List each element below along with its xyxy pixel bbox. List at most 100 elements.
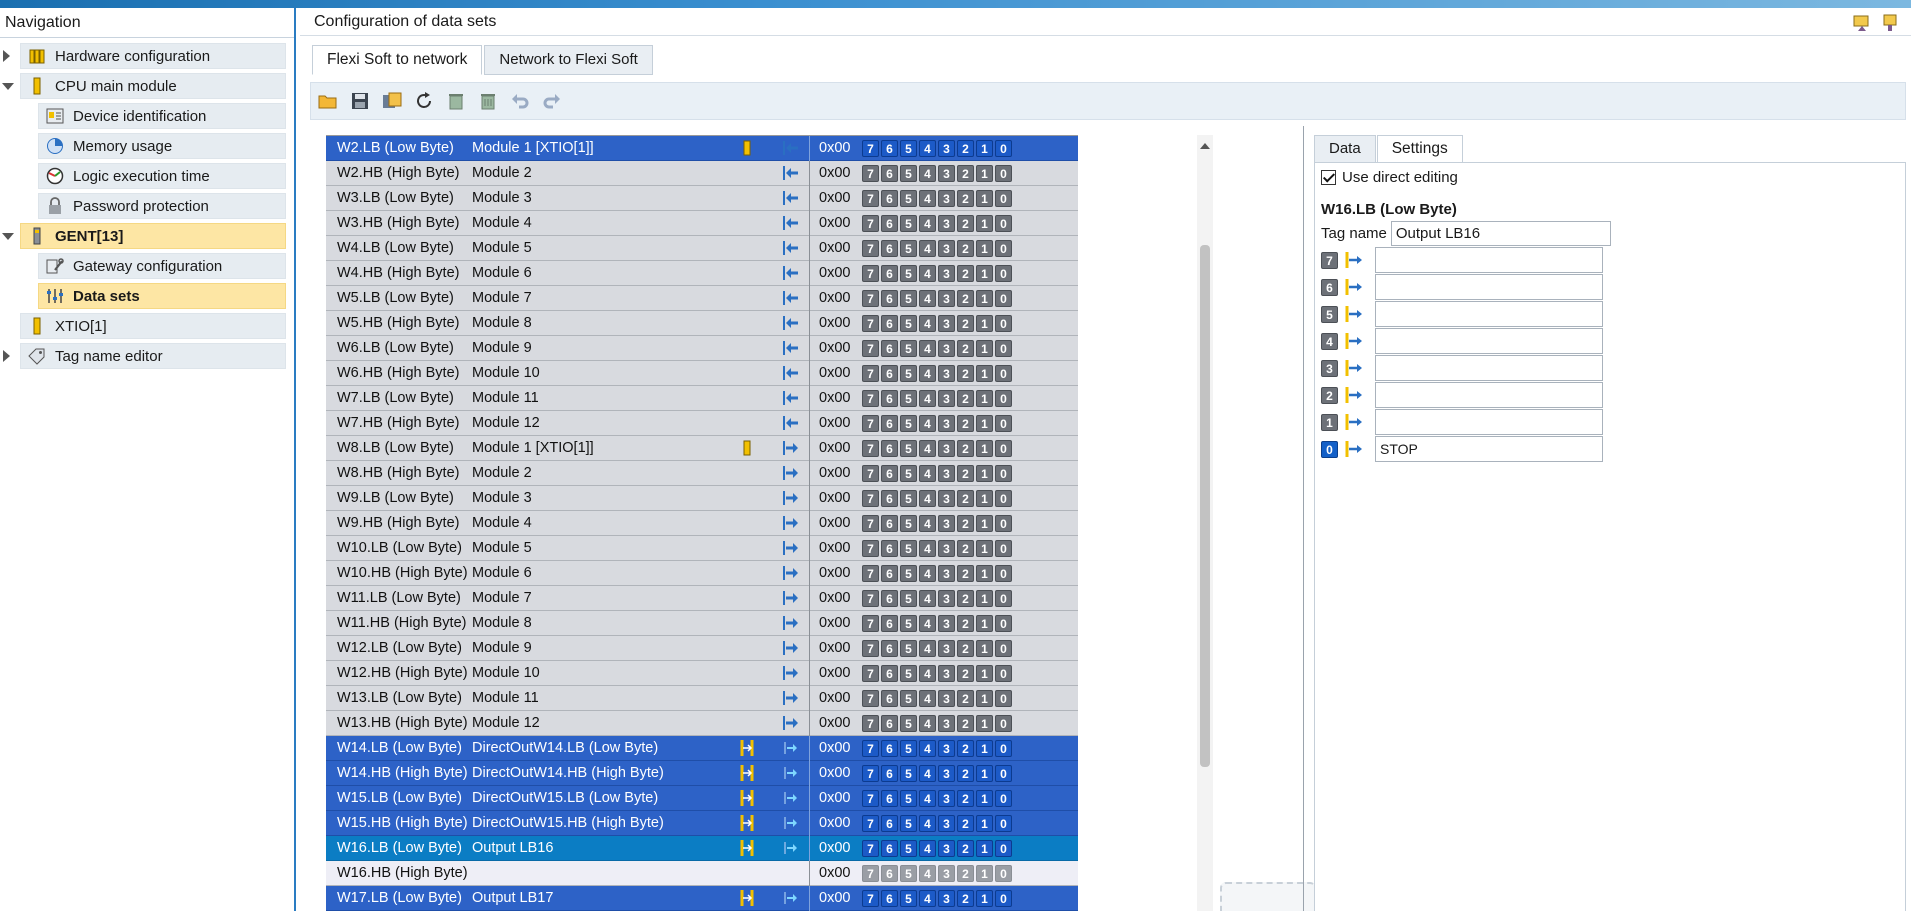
bit-4[interactable]: 4	[919, 389, 936, 407]
bit-1[interactable]: 1	[976, 239, 993, 257]
bit-0[interactable]: 0	[995, 764, 1012, 782]
bit-5[interactable]: 5	[900, 214, 917, 232]
bit-4[interactable]: 4	[919, 439, 936, 457]
bit-3[interactable]: 3	[938, 214, 955, 232]
bit-4[interactable]: 4	[919, 189, 936, 207]
bit-6[interactable]: 6	[881, 864, 898, 882]
bit-7[interactable]: 7	[862, 664, 879, 682]
bit-6[interactable]: 6	[881, 664, 898, 682]
bit-4[interactable]: 4	[919, 464, 936, 482]
bit-3[interactable]: 3	[938, 714, 955, 732]
table-row[interactable]: W6.HB (High Byte) Module 10 0x00 7 6 5 4 3 2 1 0	[326, 360, 1078, 386]
bit-6[interactable]: 6	[881, 189, 898, 207]
bit-6[interactable]: 6	[881, 414, 898, 432]
bit-1[interactable]: 1	[976, 214, 993, 232]
bit-4[interactable]: 4	[919, 839, 936, 857]
table-row[interactable]: W11.LB (Low Byte) Module 7 0x00 7 6 5 4 3 2 1 0	[326, 585, 1078, 611]
bit-3[interactable]: 3	[938, 614, 955, 632]
bit-1[interactable]: 1	[976, 514, 993, 532]
bit-3[interactable]: 3	[938, 764, 955, 782]
direct-editing-checkbox[interactable]	[1321, 170, 1336, 185]
nav-item[interactable]: GENT[13]	[0, 222, 294, 250]
bit-6[interactable]: 6	[881, 764, 898, 782]
bit-5[interactable]: 5	[900, 689, 917, 707]
bit-5[interactable]: 5	[900, 439, 917, 457]
bit-6[interactable]: 6	[881, 289, 898, 307]
bit-2[interactable]: 2	[957, 614, 974, 632]
bit-6[interactable]: 6	[881, 639, 898, 657]
bit-7[interactable]: 7	[862, 489, 879, 507]
table-row[interactable]: W11.HB (High Byte) Module 8 0x00 7 6 5 4 3 2 1 0	[326, 610, 1078, 636]
bit-0[interactable]: 0	[995, 539, 1012, 557]
drop-zone[interactable]	[1220, 882, 1316, 911]
bit-5[interactable]: 5	[900, 464, 917, 482]
bit-0[interactable]: 0	[995, 489, 1012, 507]
bit-0[interactable]: 0	[995, 589, 1012, 607]
bit-3[interactable]: 3	[938, 514, 955, 532]
bit-5[interactable]: 5	[900, 839, 917, 857]
bit-4[interactable]: 4	[919, 714, 936, 732]
bit-0[interactable]: 0	[995, 614, 1012, 632]
bit-7[interactable]: 7	[862, 739, 879, 757]
bit-2[interactable]: 2	[957, 314, 974, 332]
bit-7[interactable]: 7	[862, 314, 879, 332]
bit-7[interactable]: 7	[862, 439, 879, 457]
bit-5[interactable]: 5	[900, 314, 917, 332]
bit-2[interactable]: 2	[957, 589, 974, 607]
nav-item-box[interactable]: GENT[13]	[20, 223, 286, 249]
bit-7[interactable]: 7	[862, 614, 879, 632]
bit-5[interactable]: 5	[900, 139, 917, 157]
bit-5[interactable]: 5	[900, 814, 917, 832]
nav-item[interactable]: Tag name editor	[0, 342, 294, 370]
bit-1[interactable]: 1	[976, 789, 993, 807]
bit-1[interactable]: 1	[976, 864, 993, 882]
bit-1[interactable]: 1	[976, 564, 993, 582]
table-scrollbar[interactable]	[1197, 135, 1213, 911]
bit-0[interactable]: 0	[995, 664, 1012, 682]
bit-tag-input[interactable]: STOP	[1375, 436, 1603, 462]
bit-4[interactable]: 4	[919, 739, 936, 757]
bit-7[interactable]: 7	[862, 639, 879, 657]
bit-4[interactable]: 4	[919, 689, 936, 707]
bit-4[interactable]: 4	[919, 864, 936, 882]
bit-tag-input[interactable]	[1375, 382, 1603, 408]
table-row[interactable]: W2.LB (Low Byte) Module 1 [XTIO[1]] 0x00 7 6…	[326, 136, 1078, 161]
bit-1[interactable]: 1	[976, 489, 993, 507]
bit-5[interactable]: 5	[900, 739, 917, 757]
bit-1[interactable]: 1	[976, 739, 993, 757]
table-row[interactable]: W14.HB (High Byte) DirectOutW14.HB (High …	[326, 760, 1078, 786]
bit-3[interactable]: 3	[938, 439, 955, 457]
nav-item[interactable]: Gateway configuration	[0, 252, 294, 280]
bit-0[interactable]: 0	[995, 389, 1012, 407]
bit-6[interactable]: 6	[881, 139, 898, 157]
bit-0[interactable]: 0	[995, 289, 1012, 307]
bit-4[interactable]: 4	[919, 539, 936, 557]
bit-2[interactable]: 2	[957, 839, 974, 857]
pin-panel-icon[interactable]	[1879, 12, 1901, 34]
nav-item[interactable]: Logic execution time	[0, 162, 294, 190]
bit-4[interactable]: 4	[919, 814, 936, 832]
bit-2[interactable]: 2	[957, 639, 974, 657]
bit-5[interactable]: 5	[900, 714, 917, 732]
bit-2[interactable]: 2	[957, 389, 974, 407]
bit-5[interactable]: 5	[900, 614, 917, 632]
bit-6[interactable]: 6	[881, 614, 898, 632]
bit-2[interactable]: 2	[957, 289, 974, 307]
bit-7[interactable]: 7	[862, 464, 879, 482]
bit-4[interactable]: 4	[919, 214, 936, 232]
bit-3[interactable]: 3	[938, 639, 955, 657]
bit-5[interactable]: 5	[900, 414, 917, 432]
bit-2[interactable]: 2	[957, 689, 974, 707]
nav-item[interactable]: Data sets	[0, 282, 294, 310]
bit-1[interactable]: 1	[976, 589, 993, 607]
bit-2[interactable]: 2	[957, 514, 974, 532]
bit-4[interactable]: 4	[919, 664, 936, 682]
bit-0[interactable]: 0	[995, 814, 1012, 832]
bit-6[interactable]: 6	[881, 264, 898, 282]
bit-1[interactable]: 1	[976, 189, 993, 207]
bit-1[interactable]: 1	[976, 464, 993, 482]
table-row[interactable]: W12.LB (Low Byte) Module 9 0x00 7 6 5 4 3 2 1 0	[326, 635, 1078, 661]
bit-3[interactable]: 3	[938, 164, 955, 182]
bit-6[interactable]: 6	[881, 214, 898, 232]
table-row[interactable]: W15.LB (Low Byte) DirectOutW15.LB (Low By…	[326, 785, 1078, 811]
